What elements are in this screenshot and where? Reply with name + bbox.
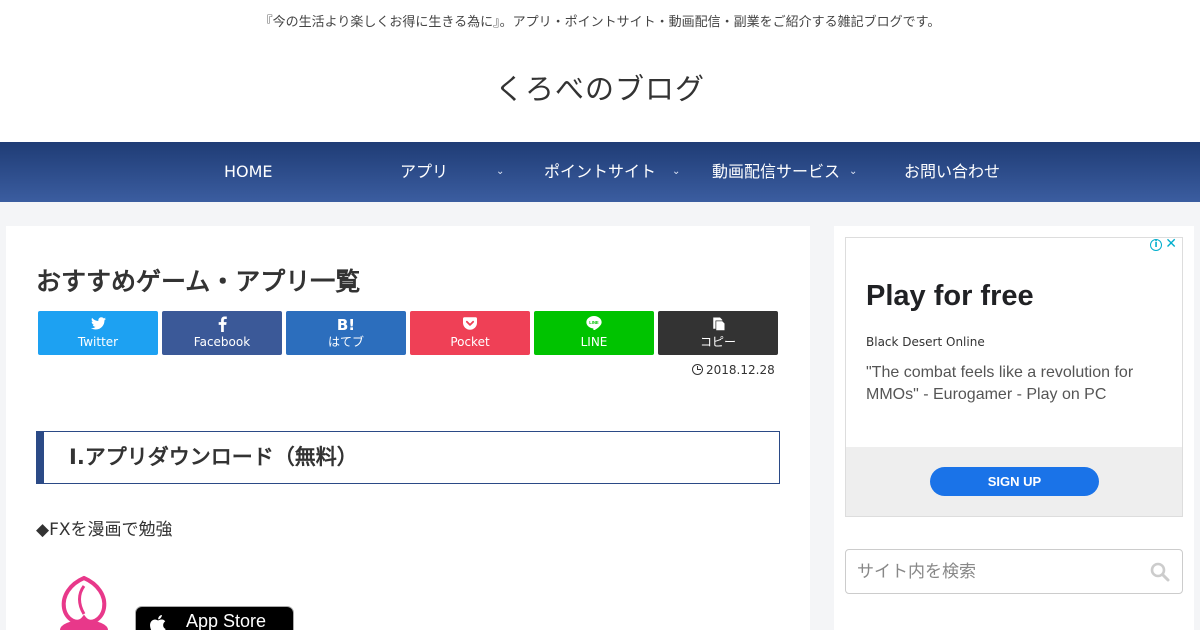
ad-headline[interactable]: Play for free xyxy=(866,280,1034,313)
share-label: はてブ xyxy=(327,335,364,349)
post-date: 2018.12.28 xyxy=(692,363,775,377)
share-button-copy[interactable]: コピー xyxy=(658,311,778,355)
article-title: おすすめゲーム・アプリ一覧 xyxy=(36,267,361,296)
global-navigation: HOME アプリ ⌄ ポイントサイト ⌄ 動画配信サービス ⌄ お問い合わせ xyxy=(0,142,1200,202)
clock-icon xyxy=(692,364,703,375)
share-label: コピー xyxy=(699,335,736,349)
share-button-pocket[interactable]: Pocket xyxy=(410,311,530,355)
share-label: Twitter xyxy=(77,335,119,349)
chevron-down-icon: ⌄ xyxy=(496,166,505,177)
site-tagline: 『今の生活より楽しくお得に生きる為に』。アプリ・ポイントサイト・動画配信・副業を… xyxy=(259,15,941,30)
share-button-facebook[interactable]: Facebook xyxy=(162,311,282,355)
share-button-line[interactable]: LINE LINE xyxy=(534,311,654,355)
ad-description: "The combat feels like a revolution for … xyxy=(866,364,1134,403)
nav-item-contact[interactable]: お問い合わせ xyxy=(904,142,1000,202)
hatena-icon: B! xyxy=(336,316,356,334)
site-title[interactable]: くろべのブログ xyxy=(0,66,1200,108)
facebook-icon xyxy=(162,311,282,335)
peach-app-icon[interactable] xyxy=(48,574,120,630)
nav-item-point-sites[interactable]: ポイントサイト ⌄ xyxy=(544,142,684,202)
share-button-hatena[interactable]: B! はてブ xyxy=(286,311,406,355)
close-icon[interactable]: ✕ xyxy=(1165,238,1177,252)
nav-item-label: アプリ xyxy=(400,162,449,181)
nav-item-apps[interactable]: アプリ ⌄ xyxy=(400,142,510,202)
ad-signup-button[interactable]: SIGN UP xyxy=(930,467,1099,496)
advertisement[interactable]: i ✕ Play for free Black Desert Online "T… xyxy=(845,237,1183,517)
share-button-twitter[interactable]: Twitter xyxy=(38,311,158,355)
ad-advertiser: Black Desert Online xyxy=(866,335,985,349)
app-store-label: App Store xyxy=(186,611,267,630)
ad-footer: SIGN UP xyxy=(846,447,1182,516)
nav-item-home[interactable]: HOME xyxy=(224,142,273,202)
post-date-value: 2018.12.28 xyxy=(706,363,775,377)
search-icon[interactable] xyxy=(1150,562,1170,582)
nav-item-video-services[interactable]: 動画配信サービス ⌄ xyxy=(712,142,862,202)
section-heading: Ⅰ.アプリダウンロード（無料） xyxy=(36,431,780,484)
chevron-down-icon: ⌄ xyxy=(672,166,681,177)
share-label: LINE xyxy=(580,335,608,349)
ad-info-icon[interactable]: i xyxy=(1150,239,1162,251)
search-input[interactable] xyxy=(846,550,1136,593)
app-store-badge[interactable]: App Store xyxy=(135,606,294,630)
share-label: Pocket xyxy=(450,335,490,349)
nav-item-label: 動画配信サービス xyxy=(712,162,841,181)
apple-icon xyxy=(150,614,166,630)
nav-item-label: ポイントサイト xyxy=(544,162,657,181)
paragraph: ◆FXを漫画で勉強 xyxy=(36,520,173,540)
main-content: おすすめゲーム・アプリ一覧 Twitter Facebook B! はてブ Po… xyxy=(6,226,810,630)
copy-icon xyxy=(658,311,778,335)
nav-item-label: お問い合わせ xyxy=(904,162,1001,181)
share-label: Facebook xyxy=(193,335,251,349)
nav-item-label: HOME xyxy=(224,162,273,181)
line-icon: LINE xyxy=(534,311,654,335)
svg-text:LINE: LINE xyxy=(589,320,599,325)
site-search xyxy=(845,549,1183,594)
site-header: 『今の生活より楽しくお得に生きる為に』。アプリ・ポイントサイト・動画配信・副業を… xyxy=(0,0,1200,142)
chevron-down-icon: ⌄ xyxy=(849,166,858,177)
twitter-icon xyxy=(38,311,158,335)
sidebar: i ✕ Play for free Black Desert Online "T… xyxy=(834,226,1194,630)
pocket-icon xyxy=(410,311,530,335)
